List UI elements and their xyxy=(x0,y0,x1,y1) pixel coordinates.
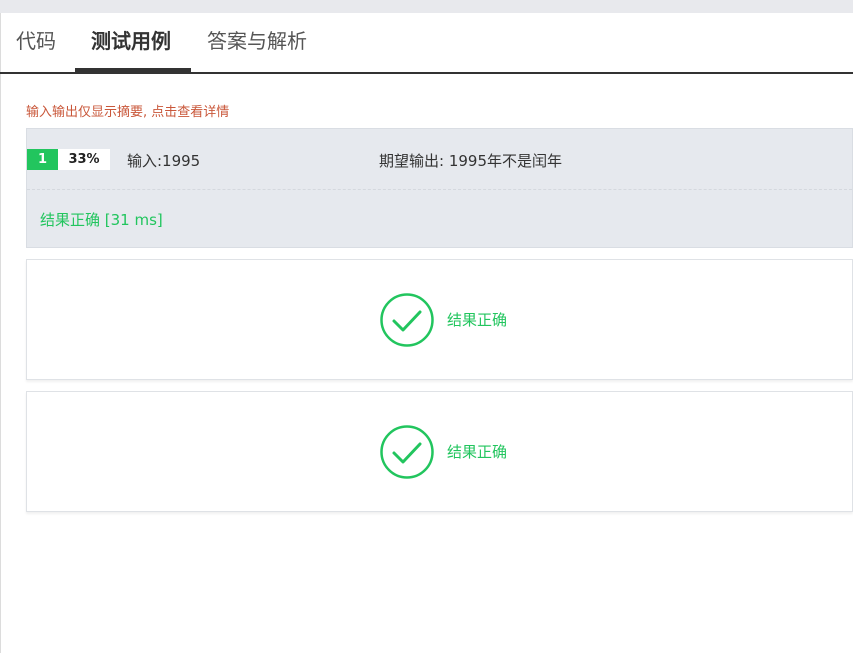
case-divider xyxy=(27,189,852,190)
active-tab-indicator xyxy=(75,68,191,72)
check-circle-icon xyxy=(380,293,434,347)
result-label: 结果正确 xyxy=(447,443,508,461)
result-card[interactable]: 结果正确 xyxy=(26,259,853,380)
tab-bar: 代码 测试用例 答案与解析 xyxy=(0,13,853,74)
case-percent-badge: 33% xyxy=(58,149,110,170)
case-result-status: 结果正确 [31 ms] xyxy=(40,211,163,229)
test-case-row[interactable]: 1 33% 输入:1995 期望输出: 1995年不是闰年 结果正确 [31 m… xyxy=(26,128,853,248)
case-input-summary: 输入:1995 xyxy=(127,152,201,170)
tab-test-cases[interactable]: 测试用例 xyxy=(91,28,171,58)
check-circle-icon xyxy=(380,425,434,479)
result-label: 结果正确 xyxy=(447,311,508,329)
tab-code[interactable]: 代码 xyxy=(16,28,56,58)
case-index-badge: 1 xyxy=(27,149,58,170)
tab-answer-analysis[interactable]: 答案与解析 xyxy=(207,28,307,58)
case-expected-output: 期望输出: 1995年不是闰年 xyxy=(379,152,562,170)
left-border xyxy=(0,13,1,653)
top-bar xyxy=(0,0,853,13)
summary-notice: 输入输出仅显示摘要, 点击查看详情 xyxy=(26,105,230,120)
result-card[interactable]: 结果正确 xyxy=(26,391,853,512)
